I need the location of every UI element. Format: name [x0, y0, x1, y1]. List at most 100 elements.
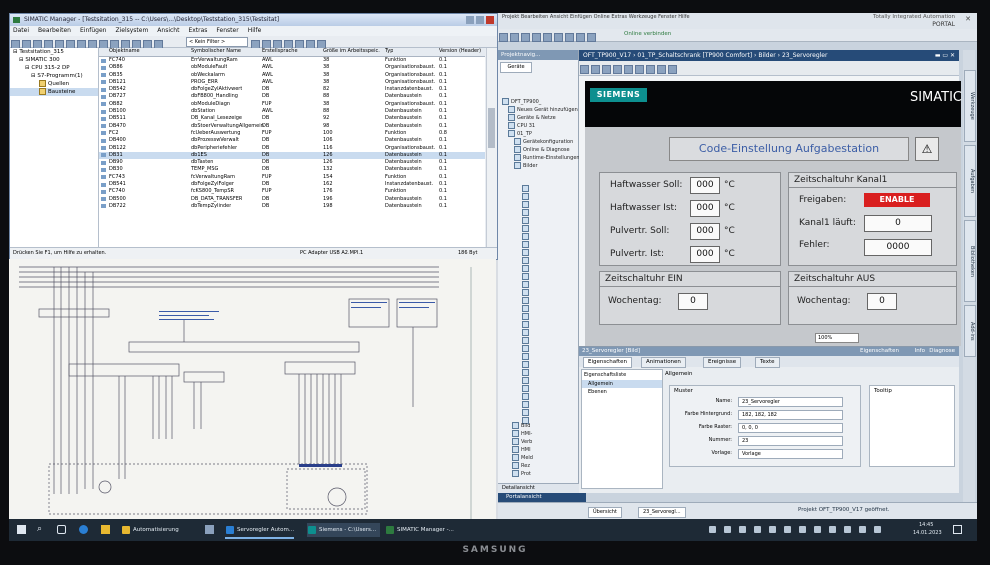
property-field-value[interactable]: 23	[738, 436, 843, 446]
property-field-value[interactable]: 0, 0, 0	[738, 423, 843, 433]
col-sprache[interactable]: Erstellsprache	[262, 48, 298, 55]
taskbar-item-automatisierung[interactable]: Automatisierung	[121, 523, 179, 537]
property-field-value[interactable]: Vorlage	[738, 449, 843, 459]
tree-item-project[interactable]: ⊟ Testsitation_315	[10, 48, 98, 56]
col-objektname[interactable]: Objektname	[109, 48, 140, 55]
filter-select[interactable]: < Kein Filter >	[186, 37, 248, 47]
edge-icon[interactable]	[79, 525, 88, 534]
tree-item-station[interactable]: ⊟ SIMATIC 300	[10, 56, 98, 64]
menu-extras[interactable]: Extras	[188, 27, 207, 34]
nav-item-alarms[interactable]: Meld	[512, 454, 576, 462]
chevron-up-icon[interactable]	[709, 526, 716, 533]
screen-list-item[interactable]	[522, 250, 574, 264]
italic-icon[interactable]	[602, 65, 611, 74]
table-row[interactable]: OB35 obWeckalarm AWL 38 Organisationsbaust. 0…	[99, 72, 485, 79]
screen-list-item[interactable]	[522, 178, 574, 192]
table-row[interactable]: FC740 ErrVerwaltungRam AWL 38 Funktion 0.1	[99, 57, 485, 64]
screen-list-item[interactable]	[522, 362, 574, 376]
tia-new-icon[interactable]	[499, 33, 508, 42]
printer-icon[interactable]	[844, 526, 851, 533]
nav-item-runtime[interactable]: Runtime-Einstellungen	[500, 154, 580, 162]
editor-window-controls[interactable]: ▬ ▭ ✕	[935, 50, 955, 61]
tia-monitor-icon[interactable]	[587, 33, 596, 42]
screen-list-item[interactable]	[522, 370, 574, 384]
screen-list-item[interactable]	[522, 314, 574, 328]
bluetooth-icon[interactable]	[814, 526, 821, 533]
taskbar-item-servoregler[interactable]: Servoregler Autom...	[225, 523, 295, 539]
table-row[interactable]: DB542 dbFolgeZylAktivwert DB 82 Instanzdaten…	[99, 86, 485, 93]
screen-list-item[interactable]	[522, 410, 574, 424]
screen-list-item[interactable]	[522, 330, 574, 344]
security-icon[interactable]	[799, 526, 806, 533]
menu-einfuegen[interactable]: Einfügen	[80, 27, 106, 34]
screen-list-item[interactable]	[522, 274, 574, 288]
tab-info[interactable]: Info	[915, 347, 925, 356]
scroll-thumb[interactable]	[488, 108, 495, 148]
menu-hilfe[interactable]: Hilfe	[248, 27, 262, 34]
table-row[interactable]: DB121 PROG_ERR AWL 38 Organisationsbaust. 0.1	[99, 79, 485, 86]
tia-simulate-icon[interactable]	[576, 33, 585, 42]
align-left-icon[interactable]	[624, 65, 633, 74]
screen-list-item[interactable]	[522, 266, 574, 280]
underline-icon[interactable]	[613, 65, 622, 74]
table-row[interactable]: DB90 dbTasten DB 126 Datenbaustein 0.1	[99, 159, 485, 166]
nav-item-screen-mgmt[interactable]: Bild	[512, 422, 576, 430]
property-field-value[interactable]: 23_Servoregler	[738, 397, 843, 407]
nav-item-hmi-alarms[interactable]: HMI	[512, 446, 576, 454]
wochentag-aus-field[interactable]: 0	[867, 293, 897, 310]
nav-item-project[interactable]: DFT_TP900_	[500, 98, 576, 106]
table-row[interactable]: DB511 DB_Kanal_Lesezeige DB 92 Datenbaustein…	[99, 115, 485, 122]
tab-texte[interactable]: Texte	[755, 357, 780, 368]
table-row[interactable]: FC743 fcVerwaltungRam FUP 154 Funktion 0.1	[99, 174, 485, 181]
pulvertr-soll-field[interactable]: 000	[690, 223, 720, 240]
nav-item-logs[interactable]: Prot	[512, 470, 576, 478]
table-row[interactable]: DB122 dbPeripheriefehler DB 116 Organisation…	[99, 145, 485, 152]
nav-item-screens[interactable]: Bilder	[500, 162, 576, 170]
table-scrollbar[interactable]	[486, 48, 497, 247]
maximize-icon[interactable]	[476, 16, 484, 24]
nav-item-recipes[interactable]: Rez	[512, 462, 576, 470]
table-row[interactable]: DB30 TEMP_MSG DB 132 Datenbaustein 0.1	[99, 166, 485, 173]
windows-start-icon[interactable]	[17, 525, 26, 534]
tab-eigenschaften[interactable]: Eigenschaften	[583, 357, 632, 368]
tia-save-icon[interactable]	[510, 33, 519, 42]
menu-bearbeiten[interactable]: Bearbeiten	[38, 27, 71, 34]
volume-icon[interactable]	[739, 526, 746, 533]
wochentag-ein-field[interactable]: 0	[678, 293, 708, 310]
screen-list-item[interactable]	[522, 290, 574, 304]
menu-zielsystem[interactable]: Zielsystem	[115, 27, 148, 34]
clock-time[interactable]: 14:45	[919, 522, 933, 528]
warning-icon[interactable]: ⚠	[915, 137, 939, 161]
tia-close-icon[interactable]: ✕	[965, 15, 971, 23]
network-icon[interactable]	[724, 526, 731, 533]
tia-compile-icon[interactable]	[554, 33, 563, 42]
col-groesse[interactable]: Größe im Arbeitsspeic.	[323, 48, 380, 55]
screen-list-item[interactable]	[522, 338, 574, 352]
table-row[interactable]: FC2 fcUeberAuswertung FUP 100 Funktion 0.8	[99, 130, 485, 137]
cloud-icon[interactable]	[784, 526, 791, 533]
fill-color-icon[interactable]	[646, 65, 655, 74]
nav-item-device-config[interactable]: Gerätekonfiguration	[500, 138, 576, 146]
table-row[interactable]: OB82 obModuleDiagn FUP 38 Organisationsbaust…	[99, 101, 485, 108]
tia-menu-line[interactable]: Projekt Bearbeiten Ansicht Einfügen Onli…	[502, 14, 690, 20]
nav-item-tp[interactable]: 01_TP	[500, 130, 576, 138]
portal-view-button[interactable]: Portalansicht	[498, 493, 586, 502]
table-row[interactable]: DB470 dbStoerVerwaltungAllgemein DB 98 Daten…	[99, 123, 485, 130]
table-row[interactable]: DB722 dbTempZylinder DB 198 Datenbaustein 0.1	[99, 203, 485, 210]
fehler-field[interactable]: 0000	[864, 239, 932, 256]
vtab-aufgaben[interactable]: Aufgaben	[964, 145, 976, 217]
layers-icon[interactable]	[668, 65, 677, 74]
screen-list-item[interactable]	[522, 218, 574, 232]
details-view-header[interactable]: Detailansicht	[498, 483, 582, 493]
nav-item-cpu[interactable]: CPU 31	[500, 122, 576, 130]
col-symbolname[interactable]: Symbolischer Name	[191, 48, 241, 55]
table-row[interactable]: DB31 db1ES DB 126 Datenbaustein 0.1	[99, 151, 485, 160]
usb-icon[interactable]	[829, 526, 836, 533]
tia-redo-icon[interactable]	[543, 33, 552, 42]
screen-list-item[interactable]	[522, 394, 574, 408]
task-view-icon[interactable]	[57, 525, 66, 534]
keyboard-icon[interactable]	[769, 526, 776, 533]
table-row[interactable]: DB541 dbFolgeZylFolger DB 162 Instanzdatenba…	[99, 181, 485, 188]
explorer-icon[interactable]	[101, 525, 110, 534]
clock-date[interactable]: 14.01.2023	[913, 530, 942, 536]
